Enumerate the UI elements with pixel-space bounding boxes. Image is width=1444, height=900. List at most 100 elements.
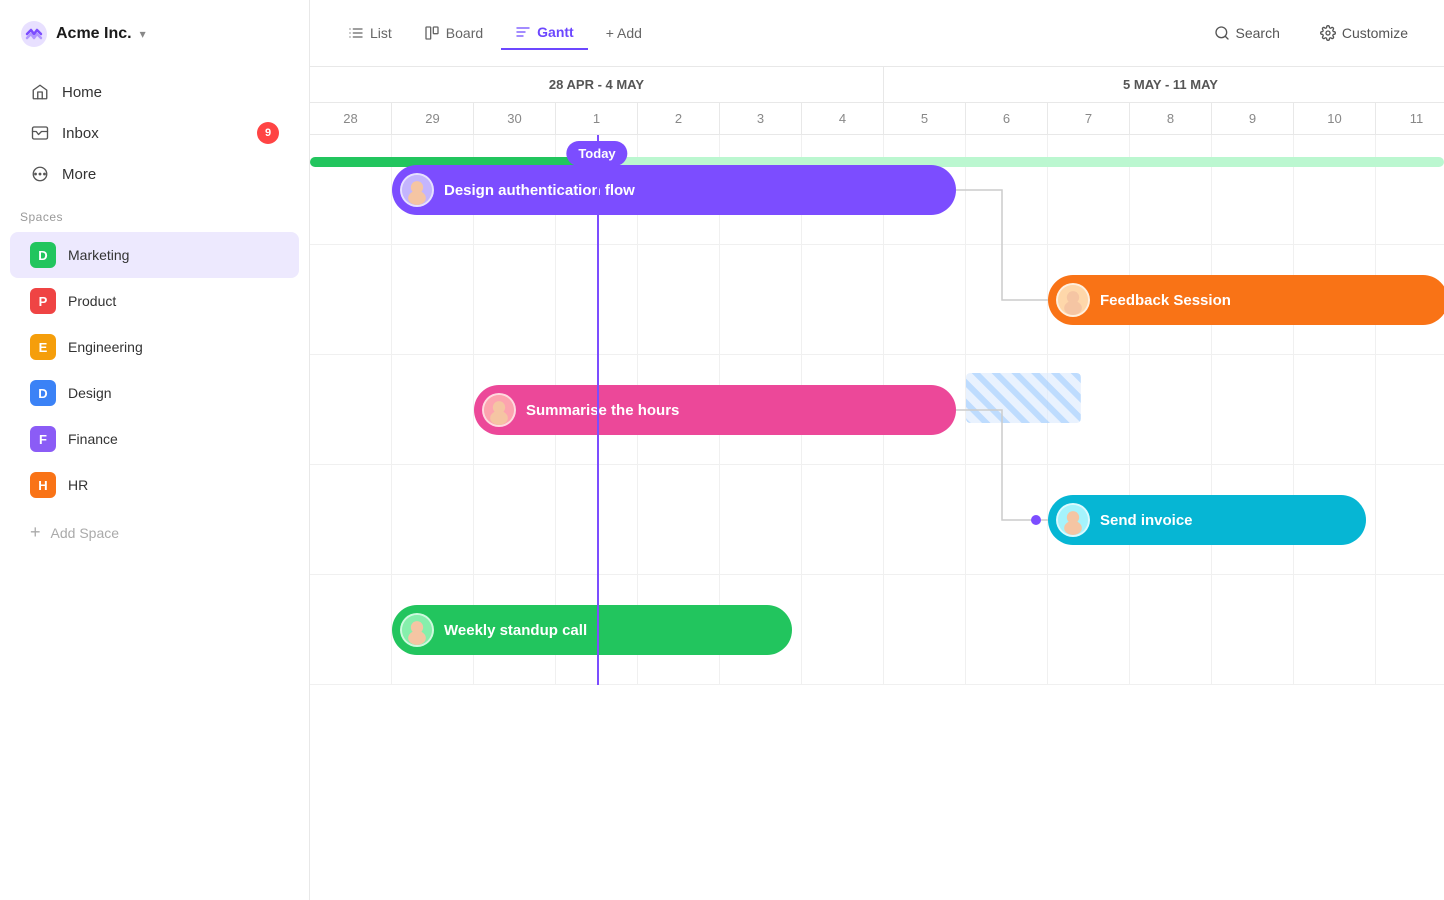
- home-icon: [30, 82, 50, 102]
- nav-more-label: More: [62, 166, 96, 183]
- grid-cell: [638, 135, 720, 244]
- grid-cell: [474, 575, 556, 684]
- grid-cell: [884, 575, 966, 684]
- week2-label: 5 MAY - 11 MAY: [884, 67, 1444, 102]
- tab-gantt[interactable]: Gantt: [501, 16, 588, 50]
- design-label: Design: [68, 385, 112, 401]
- grid-cell: [802, 465, 884, 574]
- search-icon: [1214, 25, 1230, 41]
- nav-inbox[interactable]: Inbox 9: [10, 112, 299, 154]
- tab-board[interactable]: Board: [410, 17, 497, 49]
- day-label-4: 4: [802, 103, 884, 134]
- grid-cell: [310, 245, 392, 354]
- add-label: + Add: [606, 25, 642, 41]
- grid-cell: [966, 465, 1048, 574]
- grid-cell: [1212, 355, 1294, 464]
- sidebar-item-marketing[interactable]: D Marketing: [10, 232, 299, 278]
- add-space-button[interactable]: + Add Space: [10, 512, 299, 553]
- gantt-week-header: 28 APR - 4 MAY5 MAY - 11 MAY: [310, 67, 1444, 103]
- grid-cell: [884, 355, 966, 464]
- sidebar-item-product[interactable]: P Product: [10, 278, 299, 324]
- day-label-3: 3: [720, 103, 802, 134]
- grid-cell: [556, 575, 638, 684]
- grid-cell: [966, 575, 1048, 684]
- search-button[interactable]: Search: [1202, 17, 1292, 49]
- day-label-9: 9: [1212, 103, 1294, 134]
- grid-cell: [884, 465, 966, 574]
- sidebar-item-design[interactable]: D Design: [10, 370, 299, 416]
- tab-list[interactable]: List: [334, 17, 406, 49]
- inbox-icon: [30, 123, 50, 143]
- grid-cell: [392, 245, 474, 354]
- tab-gantt-label: Gantt: [537, 24, 574, 40]
- grid-cell: [884, 135, 966, 244]
- add-space-label: Add Space: [51, 525, 120, 541]
- nav-home[interactable]: Home: [10, 72, 299, 112]
- grid-cell: [1212, 575, 1294, 684]
- grid-cell: [1048, 245, 1130, 354]
- sidebar-item-finance[interactable]: F Finance: [10, 416, 299, 462]
- grid-cell: [884, 245, 966, 354]
- grid-cell: [1130, 355, 1212, 464]
- day-label-6: 6: [966, 103, 1048, 134]
- grid-cell: [720, 465, 802, 574]
- product-dot: P: [30, 288, 56, 314]
- grid-row: [310, 245, 1444, 355]
- grid-cell: [310, 465, 392, 574]
- day-label-8: 8: [1130, 103, 1212, 134]
- grid-cell: [638, 355, 720, 464]
- sidebar-item-hr[interactable]: H HR: [10, 462, 299, 508]
- board-icon: [424, 25, 440, 41]
- toolbar: List Board Gantt + Add: [310, 0, 1444, 67]
- design-dot: D: [30, 380, 56, 406]
- grid-cell: [638, 245, 720, 354]
- day-label-7: 7: [1048, 103, 1130, 134]
- customize-label: Customize: [1342, 25, 1408, 41]
- grid-cell: [802, 575, 884, 684]
- customize-button[interactable]: Customize: [1308, 17, 1420, 49]
- grid-cell: [1130, 575, 1212, 684]
- nav-home-label: Home: [62, 84, 102, 101]
- grid-cell: [720, 575, 802, 684]
- grid-cell: [966, 135, 1048, 244]
- gear-icon: [1320, 25, 1336, 41]
- sidebar-item-engineering[interactable]: E Engineering: [10, 324, 299, 370]
- nav-more[interactable]: More: [10, 154, 299, 194]
- day-label-28: 28: [310, 103, 392, 134]
- sidebar: Acme Inc. ▾ Home Inbox 9 More: [0, 0, 310, 900]
- nav-inbox-label: Inbox: [62, 125, 99, 142]
- add-button[interactable]: + Add: [592, 17, 656, 49]
- day-label-2: 2: [638, 103, 720, 134]
- product-label: Product: [68, 293, 116, 309]
- main-content: List Board Gantt + Add: [310, 0, 1444, 900]
- company-name: Acme Inc.: [56, 25, 132, 43]
- grid-cell: [638, 465, 720, 574]
- spaces-label: Spaces: [0, 194, 309, 232]
- grid-cell: [556, 245, 638, 354]
- tab-list-label: List: [370, 25, 392, 41]
- grid-cell: [1212, 135, 1294, 244]
- grid-cell: [1130, 465, 1212, 574]
- grid-cell: [474, 465, 556, 574]
- grid-cell: [1376, 245, 1444, 354]
- gantt-icon: [515, 24, 531, 40]
- grid-cell: [1294, 355, 1376, 464]
- grid-cell: [1048, 355, 1130, 464]
- grid-cell: [1294, 245, 1376, 354]
- grid-row: [310, 135, 1444, 245]
- grid-cell: [310, 135, 392, 244]
- grid-cell: [966, 245, 1048, 354]
- plus-icon: +: [30, 522, 41, 543]
- grid-cell: [1130, 135, 1212, 244]
- grid-row: [310, 355, 1444, 465]
- sidebar-header: Acme Inc. ▾: [0, 20, 309, 72]
- hr-dot: H: [30, 472, 56, 498]
- grid-cell: [1294, 465, 1376, 574]
- marketing-label: Marketing: [68, 247, 129, 263]
- grid-cell: [392, 575, 474, 684]
- app-logo-icon: [20, 20, 48, 48]
- grid-cell: [1294, 135, 1376, 244]
- grid-cell: [556, 465, 638, 574]
- day-label-29: 29: [392, 103, 474, 134]
- grid-cell: [638, 575, 720, 684]
